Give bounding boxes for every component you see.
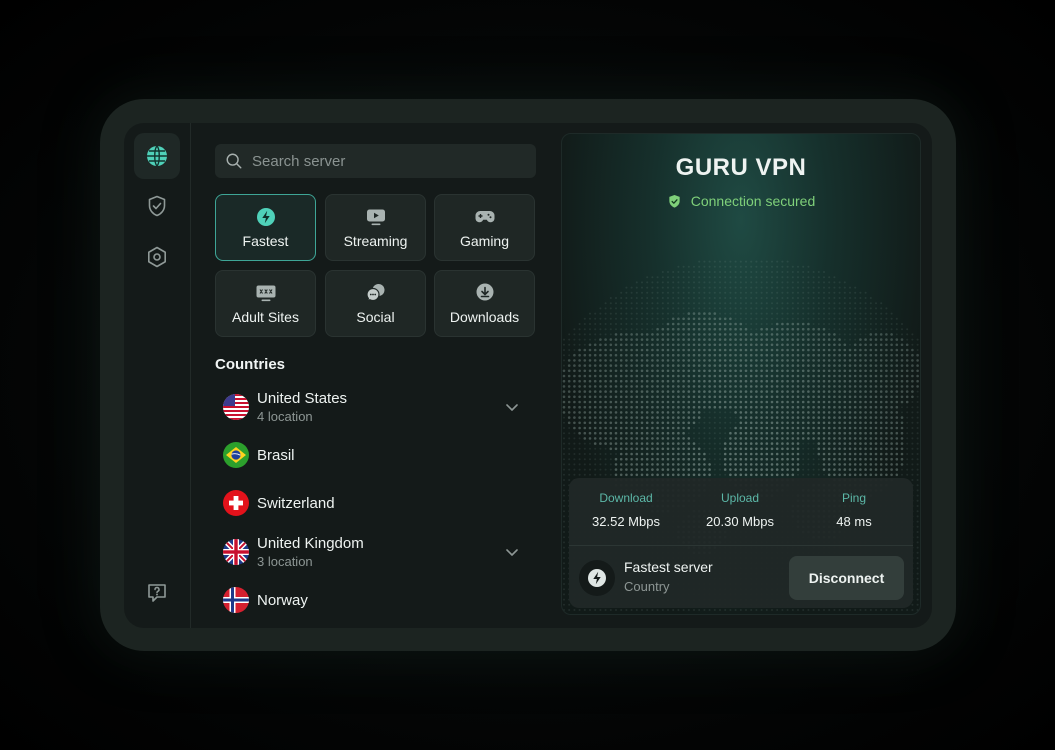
- country-name: United States: [257, 390, 348, 407]
- help-icon: [148, 584, 166, 602]
- play-icon: [366, 209, 385, 226]
- chevron-down-icon[interactable]: [504, 544, 520, 560]
- download-value: 32.52 Mbps: [592, 514, 660, 529]
- ping-value: 48 ms: [836, 514, 872, 529]
- vpn-status-panel: GURU VPN Connection secured Download 32.…: [561, 133, 921, 615]
- shield-check-icon: [148, 195, 166, 217]
- category-label: Gaming: [459, 233, 510, 249]
- category-gaming[interactable]: Gaming: [434, 194, 535, 261]
- category-adult-sites[interactable]: Adult Sites: [215, 270, 316, 337]
- category-label: Social: [356, 309, 395, 325]
- category-social[interactable]: Social: [325, 270, 426, 337]
- bolt-icon: [588, 569, 606, 587]
- server-country: Country: [624, 579, 670, 594]
- category-label: Adult Sites: [232, 309, 299, 325]
- settings-icon: [148, 246, 166, 268]
- category-streaming[interactable]: Streaming: [325, 194, 426, 261]
- country-item-norway[interactable]: Norway: [223, 580, 530, 620]
- us-flag-icon: [223, 394, 249, 420]
- upload-label: Upload: [720, 491, 760, 505]
- category-downloads[interactable]: Downloads: [434, 270, 535, 337]
- globe-icon: [147, 145, 167, 167]
- stats-divider: [569, 545, 913, 546]
- country-locations: 4 location: [257, 409, 313, 424]
- xxx-icon: [256, 285, 275, 302]
- uk-flag-icon: [223, 539, 249, 565]
- connection-status: Connection secured: [562, 193, 920, 209]
- country-item-switzerland[interactable]: Switzerland: [223, 483, 530, 523]
- brazil-flag-icon: [223, 442, 249, 468]
- country-name: Norway: [257, 591, 308, 609]
- server-panel: Fastest Streaming Gaming: [215, 123, 537, 628]
- server-name: Fastest server: [624, 559, 713, 575]
- app-title: GURU VPN: [675, 154, 807, 181]
- connection-stats-card: Download 32.52 Mbps Upload 20.30 Mbps Pi…: [569, 478, 913, 608]
- country-item-united-kingdom[interactable]: United Kingdom 3 location: [223, 532, 530, 572]
- gamepad-icon: [475, 211, 494, 223]
- switzerland-flag-icon: [223, 490, 249, 516]
- category-label: Streaming: [343, 233, 408, 249]
- search-input[interactable]: [252, 152, 512, 170]
- country-item-united-states[interactable]: United States 4 location: [223, 387, 530, 427]
- chat-icon: [365, 284, 384, 302]
- chevron-down-icon[interactable]: [504, 399, 520, 415]
- help-nav-button[interactable]: [134, 570, 180, 616]
- download-icon: [476, 283, 493, 301]
- country-name: Switzerland: [257, 494, 335, 512]
- download-stat: Download 32.52 Mbps: [569, 478, 683, 529]
- country-item-brasil[interactable]: Brasil: [223, 435, 530, 475]
- country-name: Brasil: [257, 446, 295, 464]
- ping-stat: Ping 48 ms: [797, 478, 911, 529]
- globe-nav-button[interactable]: [134, 133, 180, 179]
- norway-flag-icon: [223, 587, 249, 613]
- upload-value: 20.30 Mbps: [706, 514, 774, 529]
- search-box[interactable]: [215, 144, 536, 178]
- download-label: Download: [599, 491, 653, 505]
- ping-label: Ping: [841, 491, 867, 505]
- category-label: Fastest: [242, 233, 289, 249]
- shield-check-icon: [669, 194, 680, 208]
- upload-stat: Upload 20.30 Mbps: [683, 478, 797, 529]
- security-nav-button[interactable]: [134, 183, 180, 229]
- bolt-icon: [256, 208, 275, 226]
- connection-status-text: Connection secured: [690, 193, 816, 209]
- server-badge: [579, 560, 615, 596]
- countries-heading: Countries: [215, 356, 286, 373]
- country-locations: 3 location: [257, 554, 313, 569]
- disconnect-button[interactable]: Disconnect: [789, 556, 904, 600]
- icon-rail: [124, 123, 191, 628]
- country-name: United Kingdom: [257, 535, 364, 552]
- settings-nav-button[interactable]: [134, 234, 180, 280]
- category-fastest[interactable]: Fastest: [215, 194, 316, 261]
- category-label: Downloads: [449, 309, 520, 325]
- app-screen: Fastest Streaming Gaming: [124, 123, 932, 628]
- search-icon: [226, 153, 242, 169]
